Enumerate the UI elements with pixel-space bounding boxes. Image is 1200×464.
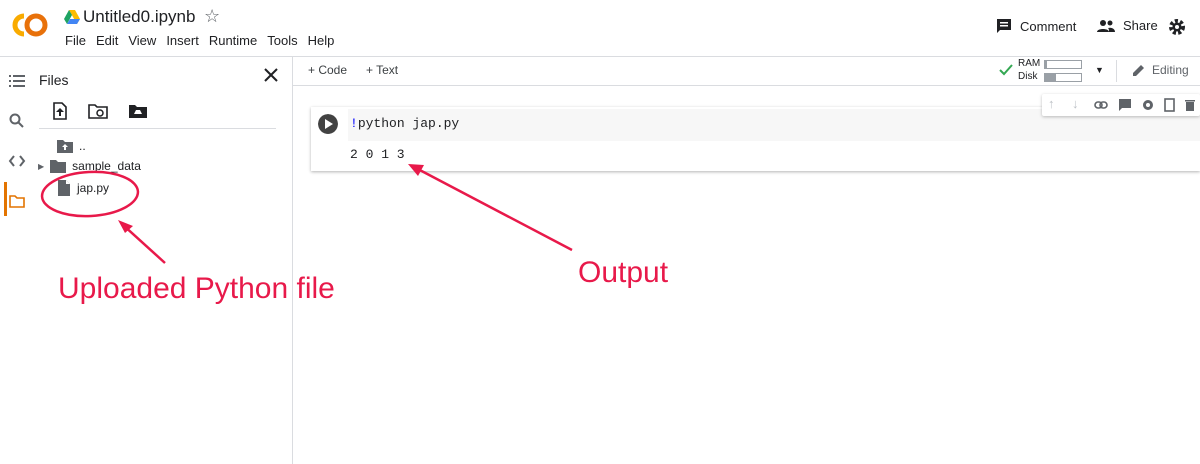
highlight-circle [40, 170, 140, 218]
output-annotation: Output [578, 256, 669, 289]
output-arrow [413, 165, 573, 252]
annotation-overlay [40, 164, 573, 264]
file-annotation: Uploaded Python file [58, 272, 335, 305]
